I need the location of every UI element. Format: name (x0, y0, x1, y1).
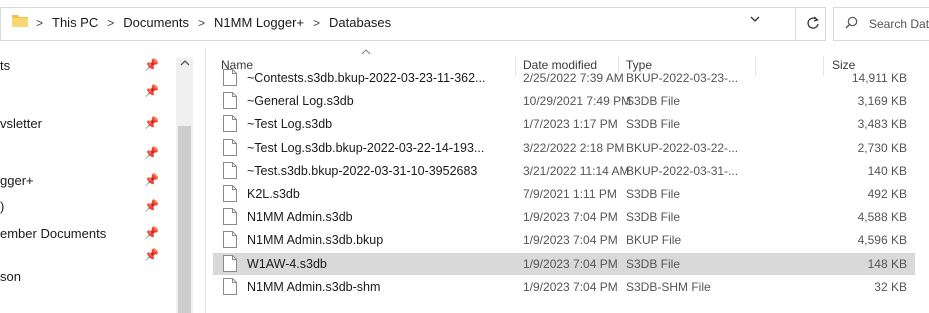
file-size: 3,169 KB (857, 94, 907, 108)
breadcrumb-n1mm-logger[interactable]: N1MM Logger+ (214, 15, 304, 30)
file-row[interactable]: W1AW-4.s3db 1/9/2023 7:04 PM S3DB File 148 … (213, 253, 915, 275)
nav-item-ts[interactable]: ts (0, 58, 10, 73)
file-icon (223, 162, 237, 179)
pin-icon[interactable]: 📌 (144, 199, 159, 213)
file-size: 140 KB (867, 164, 907, 178)
file-row[interactable]: N1MM Admin.s3db-shm 1/9/2023 7:04 PM S3DB-… (213, 276, 915, 298)
file-name[interactable]: W1AW-4.s3db (247, 257, 327, 271)
pin-icon[interactable]: 📌 (144, 226, 159, 240)
file-icon (223, 115, 237, 132)
file-type: S3DB File (626, 117, 681, 131)
file-date-modified: 3/21/2022 11:14 AM (523, 164, 630, 178)
file-type: BKUP File (626, 233, 682, 247)
file-icon (223, 69, 237, 86)
nav-scrollbar-thumb[interactable] (178, 126, 191, 313)
file-name[interactable]: N1MM Admin.s3db.bkup (247, 233, 383, 247)
pin-icon[interactable]: 📌 (144, 173, 159, 187)
breadcrumb: > This PC > Documents > N1MM Logger+ > D… (36, 15, 391, 30)
search-icon (845, 16, 858, 29)
file-icon (223, 231, 237, 248)
file-date-modified: 1/9/2023 7:04 PM (523, 233, 618, 247)
file-row[interactable]: ~Test.s3db.bkup-2022-03-31-10-3952683 3/2… (213, 160, 915, 182)
pin-icon[interactable]: 📌 (144, 116, 159, 130)
file-name[interactable]: ~Contests.s3db.bkup-2022-03-23-11-362... (247, 71, 485, 85)
file-type: BKUP-2022-03-31-... (626, 164, 739, 178)
pane-divider[interactable] (205, 48, 206, 313)
file-date-modified: 2/25/2022 7:39 AM (523, 71, 624, 85)
breadcrumb-this-pc[interactable]: This PC (52, 15, 98, 30)
file-type: S3DB File (626, 94, 681, 108)
file-name[interactable]: ~Test Log.s3db (247, 117, 332, 131)
file-size: 4,588 KB (857, 210, 907, 224)
nav-item-newsletter[interactable]: vsletter (0, 116, 42, 131)
file-row[interactable]: N1MM Admin.s3db 1/9/2023 7:04 PM S3DB File… (213, 206, 915, 228)
sort-arrow-icon (361, 49, 371, 55)
breadcrumb-separator[interactable]: > (198, 16, 205, 30)
file-icon (223, 255, 237, 272)
file-icon (223, 208, 237, 225)
file-row[interactable]: ~Contests.s3db.bkup-2022-03-23-11-362...… (213, 67, 915, 89)
file-size: 492 KB (867, 187, 907, 201)
file-row[interactable]: ~General Log.s3db 10/29/2021 7:49 PM S3DB … (213, 90, 915, 112)
file-row[interactable]: N1MM Admin.s3db.bkup 1/9/2023 7:04 PM BKUP… (213, 229, 915, 251)
nav-item-member-documents[interactable]: ember Documents (0, 226, 106, 241)
file-date-modified: 1/7/2023 1:17 PM (523, 117, 618, 131)
file-date-modified: 3/22/2022 2:18 PM (523, 141, 625, 155)
file-date-modified: 10/29/2021 7:49 PM (523, 94, 632, 108)
file-name[interactable]: ~Test Log.s3db.bkup-2022-03-22-14-193... (247, 141, 484, 155)
file-type: BKUP-2022-03-23-... (626, 71, 739, 85)
file-size: 14,911 KB (851, 71, 907, 85)
file-name[interactable]: N1MM Admin.s3db-shm (247, 280, 380, 294)
file-icon (223, 139, 237, 156)
pin-icon[interactable]: 📌 (144, 84, 159, 98)
file-name[interactable]: ~Test.s3db.bkup-2022-03-31-10-3952683 (247, 164, 477, 178)
file-size: 148 KB (867, 257, 907, 271)
file-icon (223, 92, 237, 109)
file-size: 2,730 KB (857, 141, 907, 155)
file-size: 3,483 KB (857, 117, 907, 131)
chevron-down-icon[interactable] (750, 14, 760, 24)
file-type: S3DB File (626, 257, 681, 271)
pin-icon[interactable]: 📌 (144, 248, 159, 262)
file-name[interactable]: K2L.s3db (247, 187, 300, 201)
file-size: 4,596 KB (857, 233, 907, 247)
address-bar: > This PC > Documents > N1MM Logger+ > D… (0, 0, 929, 48)
file-icon (223, 185, 237, 202)
file-name[interactable]: ~General Log.s3db (247, 94, 354, 108)
breadcrumb-separator[interactable]: > (313, 16, 320, 30)
file-name[interactable]: N1MM Admin.s3db (247, 210, 353, 224)
breadcrumb-separator[interactable]: > (107, 16, 114, 30)
refresh-icon[interactable] (806, 16, 820, 30)
file-size: 32 KB (874, 280, 907, 294)
file-type: S3DB File (626, 187, 681, 201)
file-date-modified: 1/9/2023 7:04 PM (523, 280, 618, 294)
file-type: S3DB File (626, 210, 681, 224)
file-row[interactable]: ~Test Log.s3db 1/7/2023 1:17 PM S3DB File 3… (213, 113, 915, 135)
breadcrumb-documents[interactable]: Documents (123, 15, 189, 30)
search-placeholder[interactable]: Search Databases (869, 17, 929, 31)
breadcrumb-separator[interactable]: > (36, 16, 43, 30)
file-date-modified: 7/9/2021 1:11 PM (523, 187, 617, 201)
folder-icon (12, 15, 28, 27)
file-type: BKUP-2022-03-22-... (626, 141, 739, 155)
file-icon (223, 278, 237, 295)
scroll-up-icon[interactable] (179, 58, 191, 68)
file-row[interactable]: K2L.s3db 7/9/2021 1:11 PM S3DB File 492 KB (213, 183, 915, 205)
pin-icon[interactable]: 📌 (144, 146, 159, 160)
nav-item-logger[interactable]: gger+ (0, 173, 34, 188)
file-row[interactable]: ~Test Log.s3db.bkup-2022-03-22-14-193...… (213, 137, 915, 159)
pin-icon[interactable]: 📌 (144, 58, 159, 72)
nav-item-paren[interactable]: ) (0, 199, 4, 214)
file-date-modified: 1/9/2023 7:04 PM (523, 257, 618, 271)
file-type: S3DB-SHM File (626, 280, 711, 294)
nav-item-son[interactable]: son (0, 269, 21, 284)
file-date-modified: 1/9/2023 7:04 PM (523, 210, 618, 224)
breadcrumb-databases[interactable]: Databases (329, 15, 391, 30)
